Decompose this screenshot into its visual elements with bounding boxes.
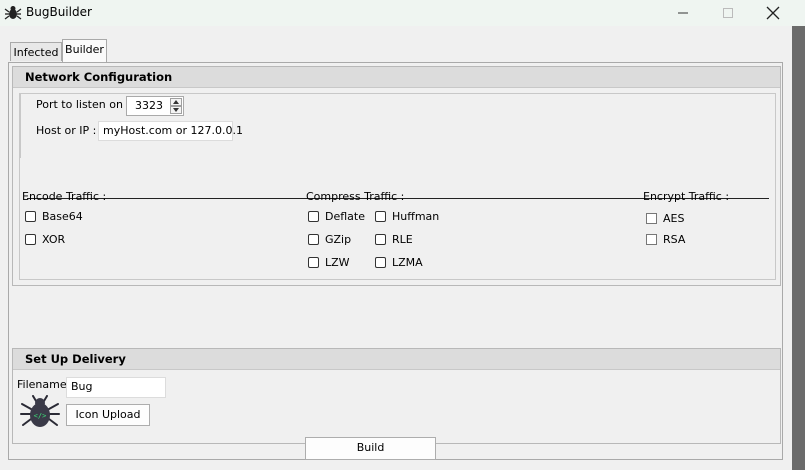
checkbox-label: Base64 [42,210,83,223]
filename-label: Filename [17,378,67,391]
minimize-button[interactable] [660,0,706,26]
checkbox-box[interactable] [646,213,657,224]
builder-tab-page: Network Configuration Port to listen on … [8,62,783,460]
lzma-checkbox[interactable]: LZMA [375,256,423,269]
network-configuration-group: Network Configuration Port to listen on … [12,66,781,286]
host-input[interactable]: myHost.com or 127.0.0.1 [98,121,243,141]
checkbox-box[interactable] [308,211,319,222]
build-button[interactable]: Build [305,437,436,460]
port-label: Port to listen on : [36,98,131,111]
rsa-checkbox[interactable]: RSA [646,233,685,246]
checkbox-label: LZMA [392,256,423,269]
base64-checkbox[interactable]: Base64 [25,210,83,223]
svg-text:</>: </> [34,412,47,420]
compress-traffic-label: Compress Traffic : [306,190,405,203]
chevron-up-icon [173,100,179,104]
title-bar: BugBuilder [0,0,805,26]
tab-builder[interactable]: Builder [62,39,107,62]
deflate-checkbox[interactable]: Deflate [308,210,365,223]
network-configuration-panel: Port to listen on : 3323 Host or IP : my… [19,93,776,280]
maximize-icon [723,8,733,18]
checkbox-label: XOR [42,233,66,246]
close-icon [766,6,780,20]
window-title: BugBuilder [26,5,92,19]
checkbox-box[interactable] [375,234,386,245]
lzw-checkbox[interactable]: LZW [308,256,350,269]
xor-checkbox[interactable]: XOR [25,233,65,246]
checkbox-box[interactable] [646,234,657,245]
filename-input[interactable]: Bug [66,377,166,398]
checkbox-box[interactable] [375,211,386,222]
icon-upload-button[interactable]: Icon Upload [66,404,150,426]
checkbox-label: Deflate [325,210,365,223]
encode-traffic-label: Encode Traffic : [22,190,107,203]
minimize-icon [678,12,688,14]
window-client: Infected Builder Network Configuration P… [0,26,792,470]
host-label: Host or IP : [36,124,97,137]
delivery-group: Set Up Delivery Filename Bug </> Icon Up… [12,348,781,444]
delivery-header: Set Up Delivery [13,349,780,370]
tab-infected[interactable]: Infected [10,42,62,61]
port-spinner[interactable]: 3323 [126,96,184,116]
checkbox-label: Huffman [392,210,440,223]
encrypt-traffic-label: Encrypt Traffic : [643,190,730,203]
checkbox-label: RSA [663,233,686,246]
aes-checkbox[interactable]: AES [646,212,684,225]
checkbox-box[interactable] [308,257,319,268]
checkbox-label: AES [663,212,685,225]
checkbox-label: LZW [325,256,350,269]
rle-checkbox[interactable]: RLE [375,233,413,246]
gzip-checkbox[interactable]: GZip [308,233,351,246]
spider-icon [4,6,22,20]
checkbox-label: RLE [392,233,413,246]
huffman-checkbox[interactable]: Huffman [375,210,439,223]
network-configuration-header: Network Configuration [13,67,780,88]
close-button[interactable] [750,0,796,26]
checkbox-label: GZip [325,233,352,246]
port-value[interactable]: 3323 [135,99,163,112]
maximize-button[interactable] [705,0,751,26]
bug-code-icon: </> [20,395,60,427]
desktop-background [792,26,805,470]
spin-down-button[interactable] [170,106,182,114]
checkbox-box[interactable] [308,234,319,245]
port-spin-buttons [170,98,182,114]
panel-edge [20,94,21,158]
checkbox-box[interactable] [25,234,36,245]
spin-up-button[interactable] [170,98,182,106]
checkbox-box[interactable] [375,257,386,268]
chevron-down-icon [173,108,179,112]
checkbox-box[interactable] [25,211,36,222]
